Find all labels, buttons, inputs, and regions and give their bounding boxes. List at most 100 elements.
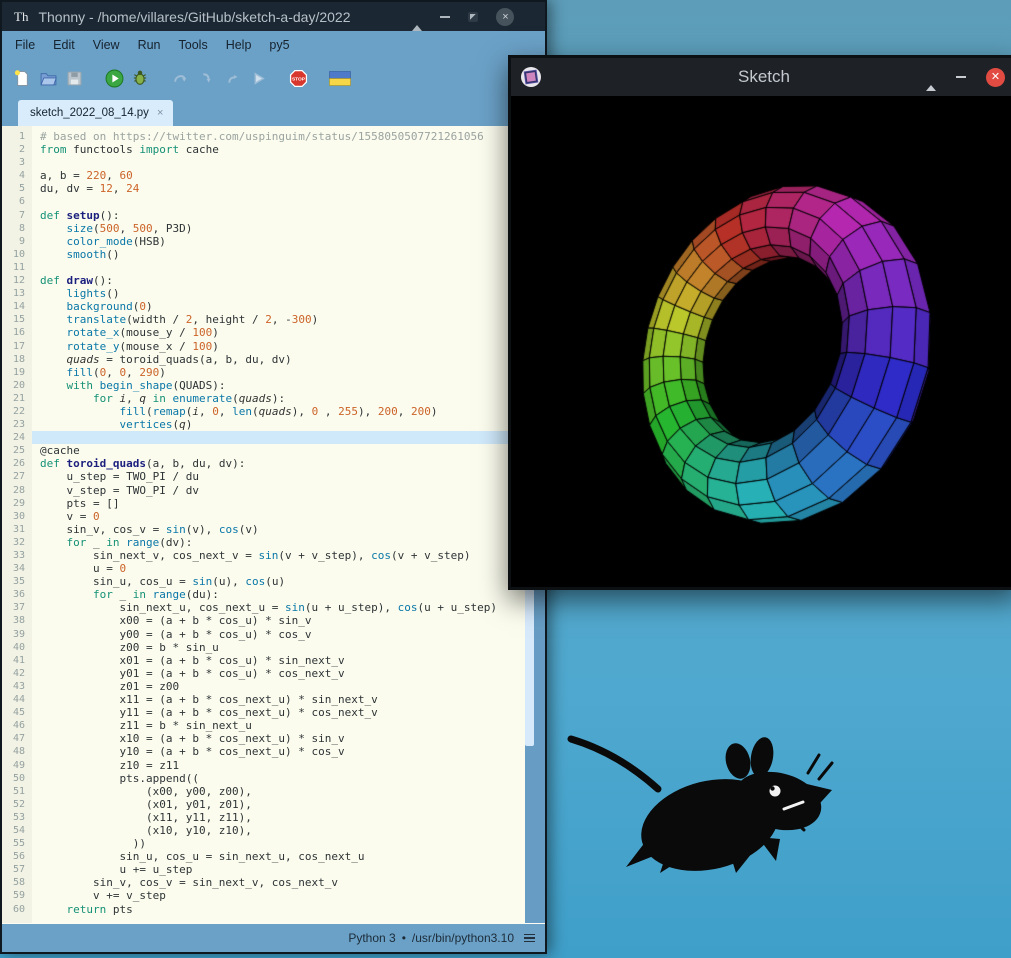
resume-button-disabled[interactable]: [248, 68, 268, 88]
code-line[interactable]: 23 vertices(q): [2, 418, 525, 431]
code-line[interactable]: 7 def setup():: [2, 209, 525, 222]
code-line[interactable]: 58 sin_v, cos_v = sin_next_v, cos_next_v: [2, 876, 525, 889]
code-area[interactable]: 1 # based on https://twitter.com/uspingui…: [2, 126, 525, 923]
code-line[interactable]: 19 fill(0, 0, 290): [2, 366, 525, 379]
code-line[interactable]: 3: [2, 156, 525, 169]
code-line[interactable]: 2 from functools import cache: [2, 143, 525, 156]
ukraine-flag-button[interactable]: [328, 68, 352, 88]
code-line[interactable]: 39 y00 = (a + b * cos_u) * cos_v: [2, 628, 525, 641]
code-line[interactable]: 15 translate(width / 2, height / 2, -300…: [2, 313, 525, 326]
code-editor[interactable]: 1 # based on https://twitter.com/uspingui…: [2, 126, 545, 923]
statusbar-menu-icon[interactable]: [524, 932, 535, 945]
tab-sketch-file[interactable]: sketch_2022_08_14.py ×: [18, 100, 174, 126]
torus-sketch-canvas[interactable]: [511, 96, 1011, 587]
code-line[interactable]: 40 z00 = b * sin_u: [2, 641, 525, 654]
code-line[interactable]: 35 sin_u, cos_u = sin(u), cos(u): [2, 575, 525, 588]
stop-button[interactable]: STOP: [288, 68, 308, 88]
code-line[interactable]: 43 z01 = z00: [2, 680, 525, 693]
line-number: 30: [12, 510, 25, 522]
line-number: 28: [12, 484, 25, 496]
code-line[interactable]: 29 pts = []: [2, 497, 525, 510]
code-line[interactable]: 6: [2, 195, 525, 208]
shade-button[interactable]: [412, 7, 423, 31]
code-line[interactable]: 54 (x10, y10, z10),: [2, 824, 525, 837]
code-line[interactable]: 60 return pts: [2, 903, 525, 916]
code-line[interactable]: 34 u = 0: [2, 562, 525, 575]
code-line[interactable]: 36 for _ in range(du):: [2, 588, 525, 601]
code-line[interactable]: 52 (x01, y01, z01),: [2, 798, 525, 811]
code-line[interactable]: 41 x01 = (a + b * cos_u) * sin_next_v: [2, 654, 525, 667]
code-line[interactable]: 38 x00 = (a + b * cos_u) * sin_v: [2, 614, 525, 627]
code-line[interactable]: 10 smooth(): [2, 248, 525, 261]
sketch-close-button[interactable]: ✕: [986, 67, 1005, 87]
sketch-titlebar[interactable]: Sketch ✕: [511, 58, 1011, 96]
code-line[interactable]: 9 color_mode(HSB): [2, 235, 525, 248]
code-line[interactable]: 11: [2, 261, 525, 274]
tab-close-icon[interactable]: ×: [157, 107, 163, 119]
sketch-minimize-button[interactable]: [956, 76, 966, 78]
code-line[interactable]: 22 fill(remap(i, 0, len(quads), 0 , 255)…: [2, 405, 525, 418]
code-line[interactable]: 31 sin_v, cos_v = sin(v), cos(v): [2, 523, 525, 536]
code-line[interactable]: 49 z10 = z11: [2, 759, 525, 772]
menu-item-file[interactable]: File: [6, 34, 44, 56]
maximize-button[interactable]: [468, 11, 479, 22]
line-number: 27: [12, 471, 25, 483]
debug-button[interactable]: [130, 68, 150, 88]
code-line[interactable]: 8 size(500, 500, P3D): [2, 222, 525, 235]
code-line[interactable]: 47 x10 = (a + b * cos_next_u) * sin_v: [2, 732, 525, 745]
menu-item-py5[interactable]: py5: [260, 34, 298, 56]
code-line[interactable]: 25 @cache: [2, 444, 525, 457]
line-number: 6: [18, 196, 25, 208]
save-file-button-disabled[interactable]: [64, 68, 84, 88]
code-line[interactable]: 55 )): [2, 837, 525, 850]
code-line[interactable]: 33 sin_next_v, cos_next_v = sin(v + v_st…: [2, 549, 525, 562]
code-line[interactable]: 50 pts.append((: [2, 772, 525, 785]
code-line[interactable]: 26 def toroid_quads(a, b, du, dv):: [2, 457, 525, 470]
code-line[interactable]: 37 sin_next_u, cos_next_u = sin(u + u_st…: [2, 601, 525, 614]
code-line[interactable]: 28 v_step = TWO_PI / dv: [2, 484, 525, 497]
code-line[interactable]: 45 y11 = (a + b * cos_next_u) * cos_next…: [2, 706, 525, 719]
step-into-button-disabled[interactable]: [196, 68, 216, 88]
menu-item-view[interactable]: View: [84, 34, 129, 56]
code-line[interactable]: 5 du, dv = 12, 24: [2, 182, 525, 195]
code-line[interactable]: 59 v += v_step: [2, 889, 525, 902]
menu-item-edit[interactable]: Edit: [44, 34, 84, 56]
code-line[interactable]: 17 rotate_y(mouse_x / 100): [2, 340, 525, 353]
menu-item-tools[interactable]: Tools: [170, 34, 217, 56]
code-line[interactable]: 56 sin_u, cos_u = sin_next_u, cos_next_u: [2, 850, 525, 863]
code-line[interactable]: 30 v = 0: [2, 510, 525, 523]
line-number: 33: [12, 550, 25, 561]
step-over-button-disabled[interactable]: [170, 68, 190, 88]
thonny-titlebar[interactable]: Th Thonny - /home/villares/GitHub/sketch…: [2, 2, 545, 31]
code-line[interactable]: 57 u += u_step: [2, 863, 525, 876]
code-line[interactable]: 42 y01 = (a + b * cos_u) * cos_next_v: [2, 667, 525, 680]
code-line[interactable]: 48 y10 = (a + b * cos_next_u) * cos_v: [2, 745, 525, 758]
code-line[interactable]: 18 quads = toroid_quads(a, b, du, dv): [2, 353, 525, 366]
run-button[interactable]: [104, 68, 124, 88]
menu-item-run[interactable]: Run: [129, 34, 170, 56]
sketch-shade-button[interactable]: [926, 68, 936, 91]
step-out-button-disabled[interactable]: [222, 68, 242, 88]
minimize-button[interactable]: [440, 15, 451, 18]
menu-item-help[interactable]: Help: [217, 34, 261, 56]
line-number: 44: [12, 694, 25, 706]
close-button[interactable]: ×: [496, 7, 515, 26]
code-line[interactable]: 27 u_step = TWO_PI / du: [2, 470, 525, 483]
code-line[interactable]: 46 z11 = b * sin_next_u: [2, 719, 525, 732]
new-file-button[interactable]: [12, 68, 32, 88]
code-line[interactable]: 16 rotate_x(mouse_y / 100): [2, 326, 525, 339]
code-line[interactable]: 51 (x00, y00, z00),: [2, 785, 525, 798]
menubar: File Edit View Run Tools Help py5: [2, 31, 545, 58]
code-line[interactable]: 14 background(0): [2, 300, 525, 313]
code-line[interactable]: 32 for _ in range(dv):: [2, 536, 525, 549]
code-line[interactable]: 12 def draw():: [2, 274, 525, 287]
code-line[interactable]: 1 # based on https://twitter.com/uspingui…: [2, 130, 525, 143]
open-file-button[interactable]: [38, 68, 58, 88]
code-line[interactable]: 4 a, b = 220, 60: [2, 169, 525, 182]
code-line[interactable]: 53 (x11, y11, z11),: [2, 811, 525, 824]
code-line[interactable]: 24: [2, 431, 525, 445]
code-line[interactable]: 21 for i, q in enumerate(quads):: [2, 392, 525, 405]
code-line[interactable]: 13 lights(): [2, 287, 525, 300]
code-line[interactable]: 44 x11 = (a + b * cos_next_u) * sin_next…: [2, 693, 525, 706]
code-line[interactable]: 20 with begin_shape(QUADS):: [2, 379, 525, 392]
